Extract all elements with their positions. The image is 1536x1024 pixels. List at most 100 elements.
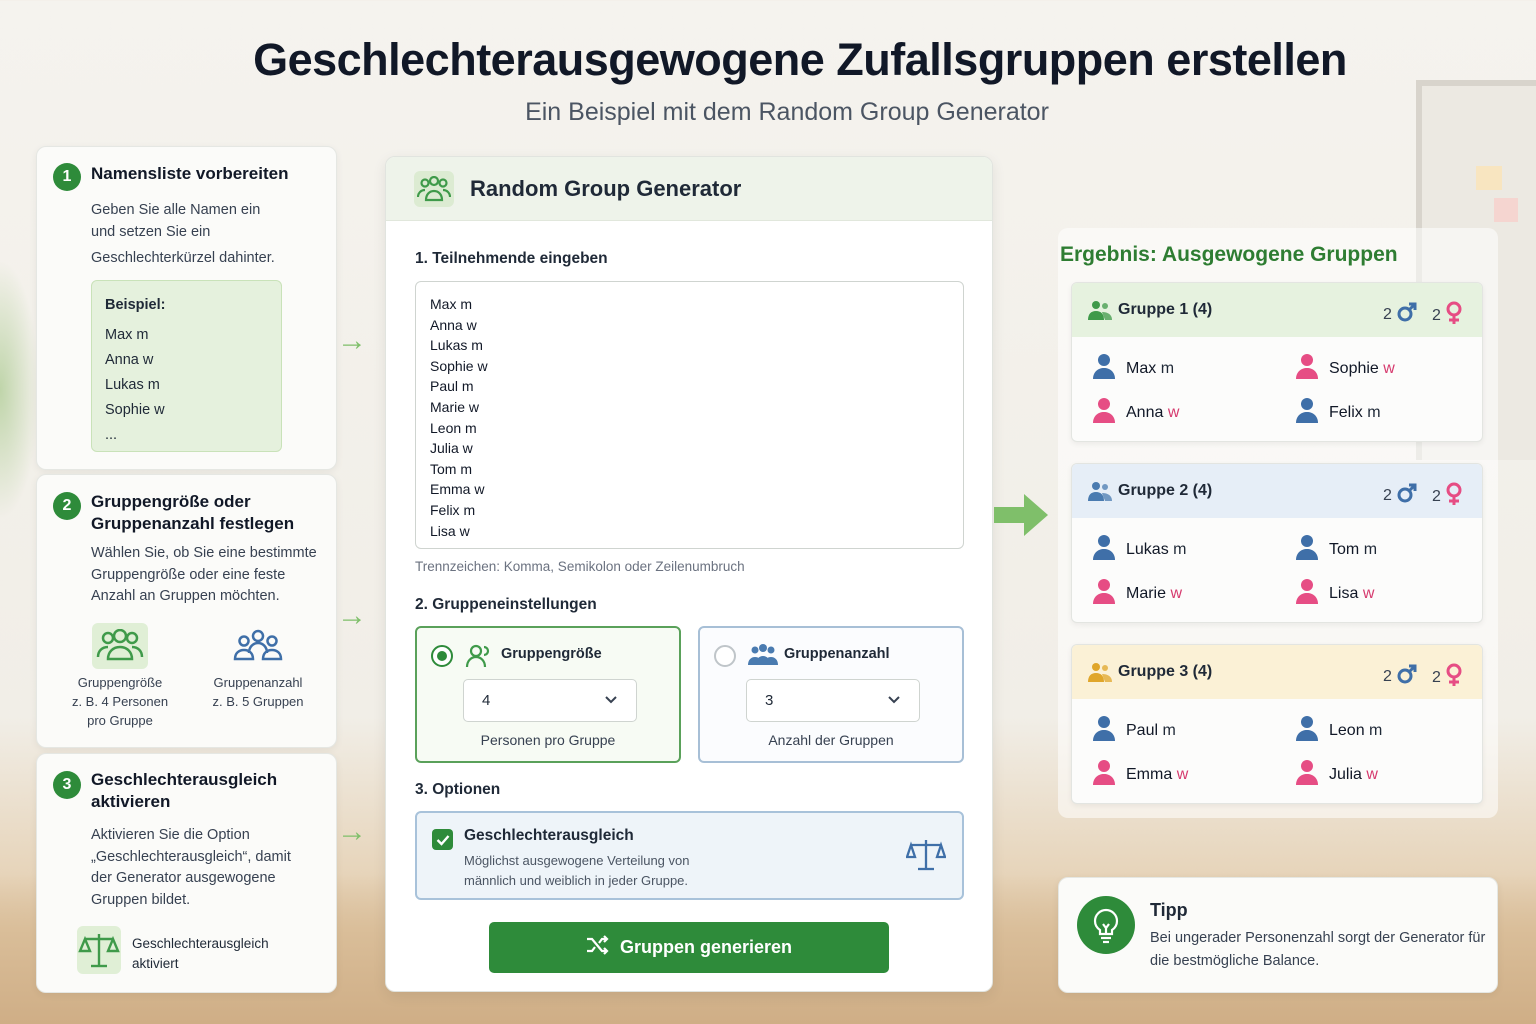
male-count: 2 bbox=[1383, 301, 1418, 328]
group-member: Lisa w bbox=[1295, 578, 1374, 609]
group-card: Gruppe 3 (4) 2 2 Paul m Leon m Emma w Julia w bbox=[1071, 644, 1483, 804]
app-header: Random Group Generator bbox=[386, 157, 992, 221]
option-group-size: Gruppengröße z. B. 4 Personen pro Gruppe bbox=[65, 623, 175, 730]
male-count: 2 bbox=[1383, 663, 1418, 690]
step-description: Geben Sie alle Namen ein und setzen Sie … bbox=[91, 202, 275, 266]
group-card: Gruppe 1 (4) 2 2 Max m Sophie w Anna w Felix m bbox=[1071, 282, 1483, 442]
gender-balance-description: Möglichst ausgewogene Verteilung von män… bbox=[464, 853, 690, 888]
generator-app: Random Group Generator 1. Teilnehmende e… bbox=[385, 156, 993, 992]
arrow-right-icon: → bbox=[337, 815, 367, 848]
group-member: Paul m bbox=[1092, 715, 1176, 746]
group-count-option[interactable]: Gruppenanzahl 3 Anzahl der Gruppen bbox=[698, 626, 964, 763]
group-name: Gruppe 1 (4) bbox=[1118, 301, 1213, 318]
step-title: Geschlechterausgleich aktivieren bbox=[91, 770, 278, 811]
section-settings-label: 2. Gruppeneinstellungen bbox=[415, 596, 597, 613]
group-icon bbox=[1088, 481, 1112, 506]
chevron-down-icon bbox=[604, 692, 618, 709]
step-number: 3 bbox=[53, 771, 81, 799]
sticky-note bbox=[1476, 166, 1502, 190]
group-count-select[interactable]: 3 bbox=[746, 679, 920, 722]
person-icon bbox=[1092, 759, 1116, 790]
person-icon bbox=[1295, 759, 1319, 790]
section-options-label: 3. Optionen bbox=[415, 781, 501, 798]
group-count-icon bbox=[230, 623, 286, 669]
option-group-count: Gruppenanzahl z. B. 5 Gruppen bbox=[203, 623, 313, 711]
generate-groups-button[interactable]: Gruppen generieren bbox=[489, 922, 889, 973]
tip-title: Tipp bbox=[1150, 900, 1188, 920]
gender-balance-option[interactable]: Geschlechterausgleich Möglichst ausgewog… bbox=[415, 811, 964, 900]
example-item: Max m bbox=[105, 327, 149, 343]
group-member: Julia w bbox=[1295, 759, 1378, 790]
status-label: Geschlechterausgleich aktiviert bbox=[132, 936, 269, 971]
step-number: 1 bbox=[53, 163, 81, 191]
chevron-down-icon bbox=[887, 692, 901, 709]
group-icon bbox=[414, 171, 454, 207]
separator-hint: Trennzeichen: Komma, Semikolon oder Zeil… bbox=[415, 559, 745, 574]
person-icon bbox=[1295, 353, 1319, 384]
participants-textarea[interactable]: Max m Anna w Lukas m Sophie w Paul m Mar… bbox=[415, 281, 964, 549]
female-count: 2 bbox=[1432, 482, 1463, 511]
person-icon bbox=[1295, 534, 1319, 565]
group-member: Tom m bbox=[1295, 534, 1377, 565]
example-item: Sophie w bbox=[105, 402, 165, 418]
group-size-option[interactable]: Gruppengröße 4 Personen pro Gruppe bbox=[415, 626, 681, 763]
group-member: Anna w bbox=[1092, 397, 1179, 428]
female-symbol-icon bbox=[1445, 663, 1463, 692]
person-icon bbox=[1092, 353, 1116, 384]
group-count-radio[interactable] bbox=[714, 645, 736, 667]
group-header: Gruppe 2 (4) 2 2 bbox=[1072, 464, 1482, 518]
group-member: Max m bbox=[1092, 353, 1174, 384]
group-member: Marie w bbox=[1092, 578, 1182, 609]
lightbulb-icon bbox=[1077, 896, 1135, 954]
group-count-caption: Anzahl der Gruppen bbox=[768, 732, 894, 748]
gender-balance-checkbox[interactable] bbox=[432, 829, 453, 850]
step-card-2: 2 Gruppengröße oder Gruppenanzahl festle… bbox=[36, 474, 337, 748]
group-member: Emma w bbox=[1092, 759, 1188, 790]
arrow-right-icon bbox=[994, 494, 1048, 536]
male-symbol-icon bbox=[1396, 482, 1418, 509]
people-icon bbox=[748, 643, 778, 672]
male-symbol-icon bbox=[1396, 663, 1418, 690]
group-size-radio[interactable] bbox=[431, 645, 453, 667]
group-icon bbox=[1088, 662, 1112, 687]
person-icon bbox=[1092, 534, 1116, 565]
group-header: Gruppe 3 (4) 2 2 bbox=[1072, 645, 1482, 699]
group-name: Gruppe 2 (4) bbox=[1118, 482, 1213, 499]
example-item: Anna w bbox=[105, 352, 154, 368]
group-member: Sophie w bbox=[1295, 353, 1395, 384]
step-title: Gruppengröße oder Gruppenanzahl festlege… bbox=[91, 492, 295, 533]
female-symbol-icon bbox=[1445, 301, 1463, 330]
step-description: Wählen Sie, ob Sie eine bestimmte Gruppe… bbox=[91, 545, 317, 604]
group-size-icon bbox=[92, 623, 148, 669]
arrow-right-icon: → bbox=[337, 599, 367, 632]
group-member: Felix m bbox=[1295, 397, 1381, 428]
page-subtitle: Ein Beispiel mit dem Random Group Genera… bbox=[525, 98, 1049, 126]
tip-text: Bei ungerader Personenzahl sorgt der Gen… bbox=[1150, 930, 1486, 969]
female-count: 2 bbox=[1432, 301, 1463, 330]
group-header: Gruppe 1 (4) 2 2 bbox=[1072, 283, 1482, 337]
step-card-3: 3 Geschlechterausgleich aktivieren Aktiv… bbox=[36, 753, 337, 993]
group-icon bbox=[1088, 300, 1112, 325]
group-name: Gruppe 3 (4) bbox=[1118, 663, 1213, 680]
female-symbol-icon bbox=[1445, 482, 1463, 511]
step-title: Namensliste vorbereiten bbox=[91, 164, 289, 183]
person-icon bbox=[1092, 397, 1116, 428]
step-number: 2 bbox=[53, 492, 81, 520]
person-icon bbox=[1092, 578, 1116, 609]
person-icon bbox=[1295, 715, 1319, 746]
group-size-select[interactable]: 4 bbox=[463, 679, 637, 722]
gender-balance-label: Geschlechterausgleich bbox=[464, 827, 634, 844]
app-title: Random Group Generator bbox=[470, 176, 742, 201]
sticky-note bbox=[1494, 198, 1518, 222]
scale-icon bbox=[905, 837, 947, 878]
person-icon bbox=[1295, 578, 1319, 609]
section-participants-label: 1. Teilnehmende eingeben bbox=[415, 250, 608, 267]
male-symbol-icon bbox=[1396, 301, 1418, 328]
example-item: Lukas m bbox=[105, 377, 160, 393]
results-title: Ergebnis: Ausgewogene Gruppen bbox=[1060, 243, 1398, 266]
scale-icon bbox=[77, 926, 121, 979]
page-title: Geschlechterausgewogene Zufallsgruppen e… bbox=[253, 34, 1347, 85]
male-count: 2 bbox=[1383, 482, 1418, 509]
person-icon bbox=[1295, 397, 1319, 428]
tip-card: Tipp Bei ungerader Personenzahl sorgt de… bbox=[1058, 877, 1498, 993]
